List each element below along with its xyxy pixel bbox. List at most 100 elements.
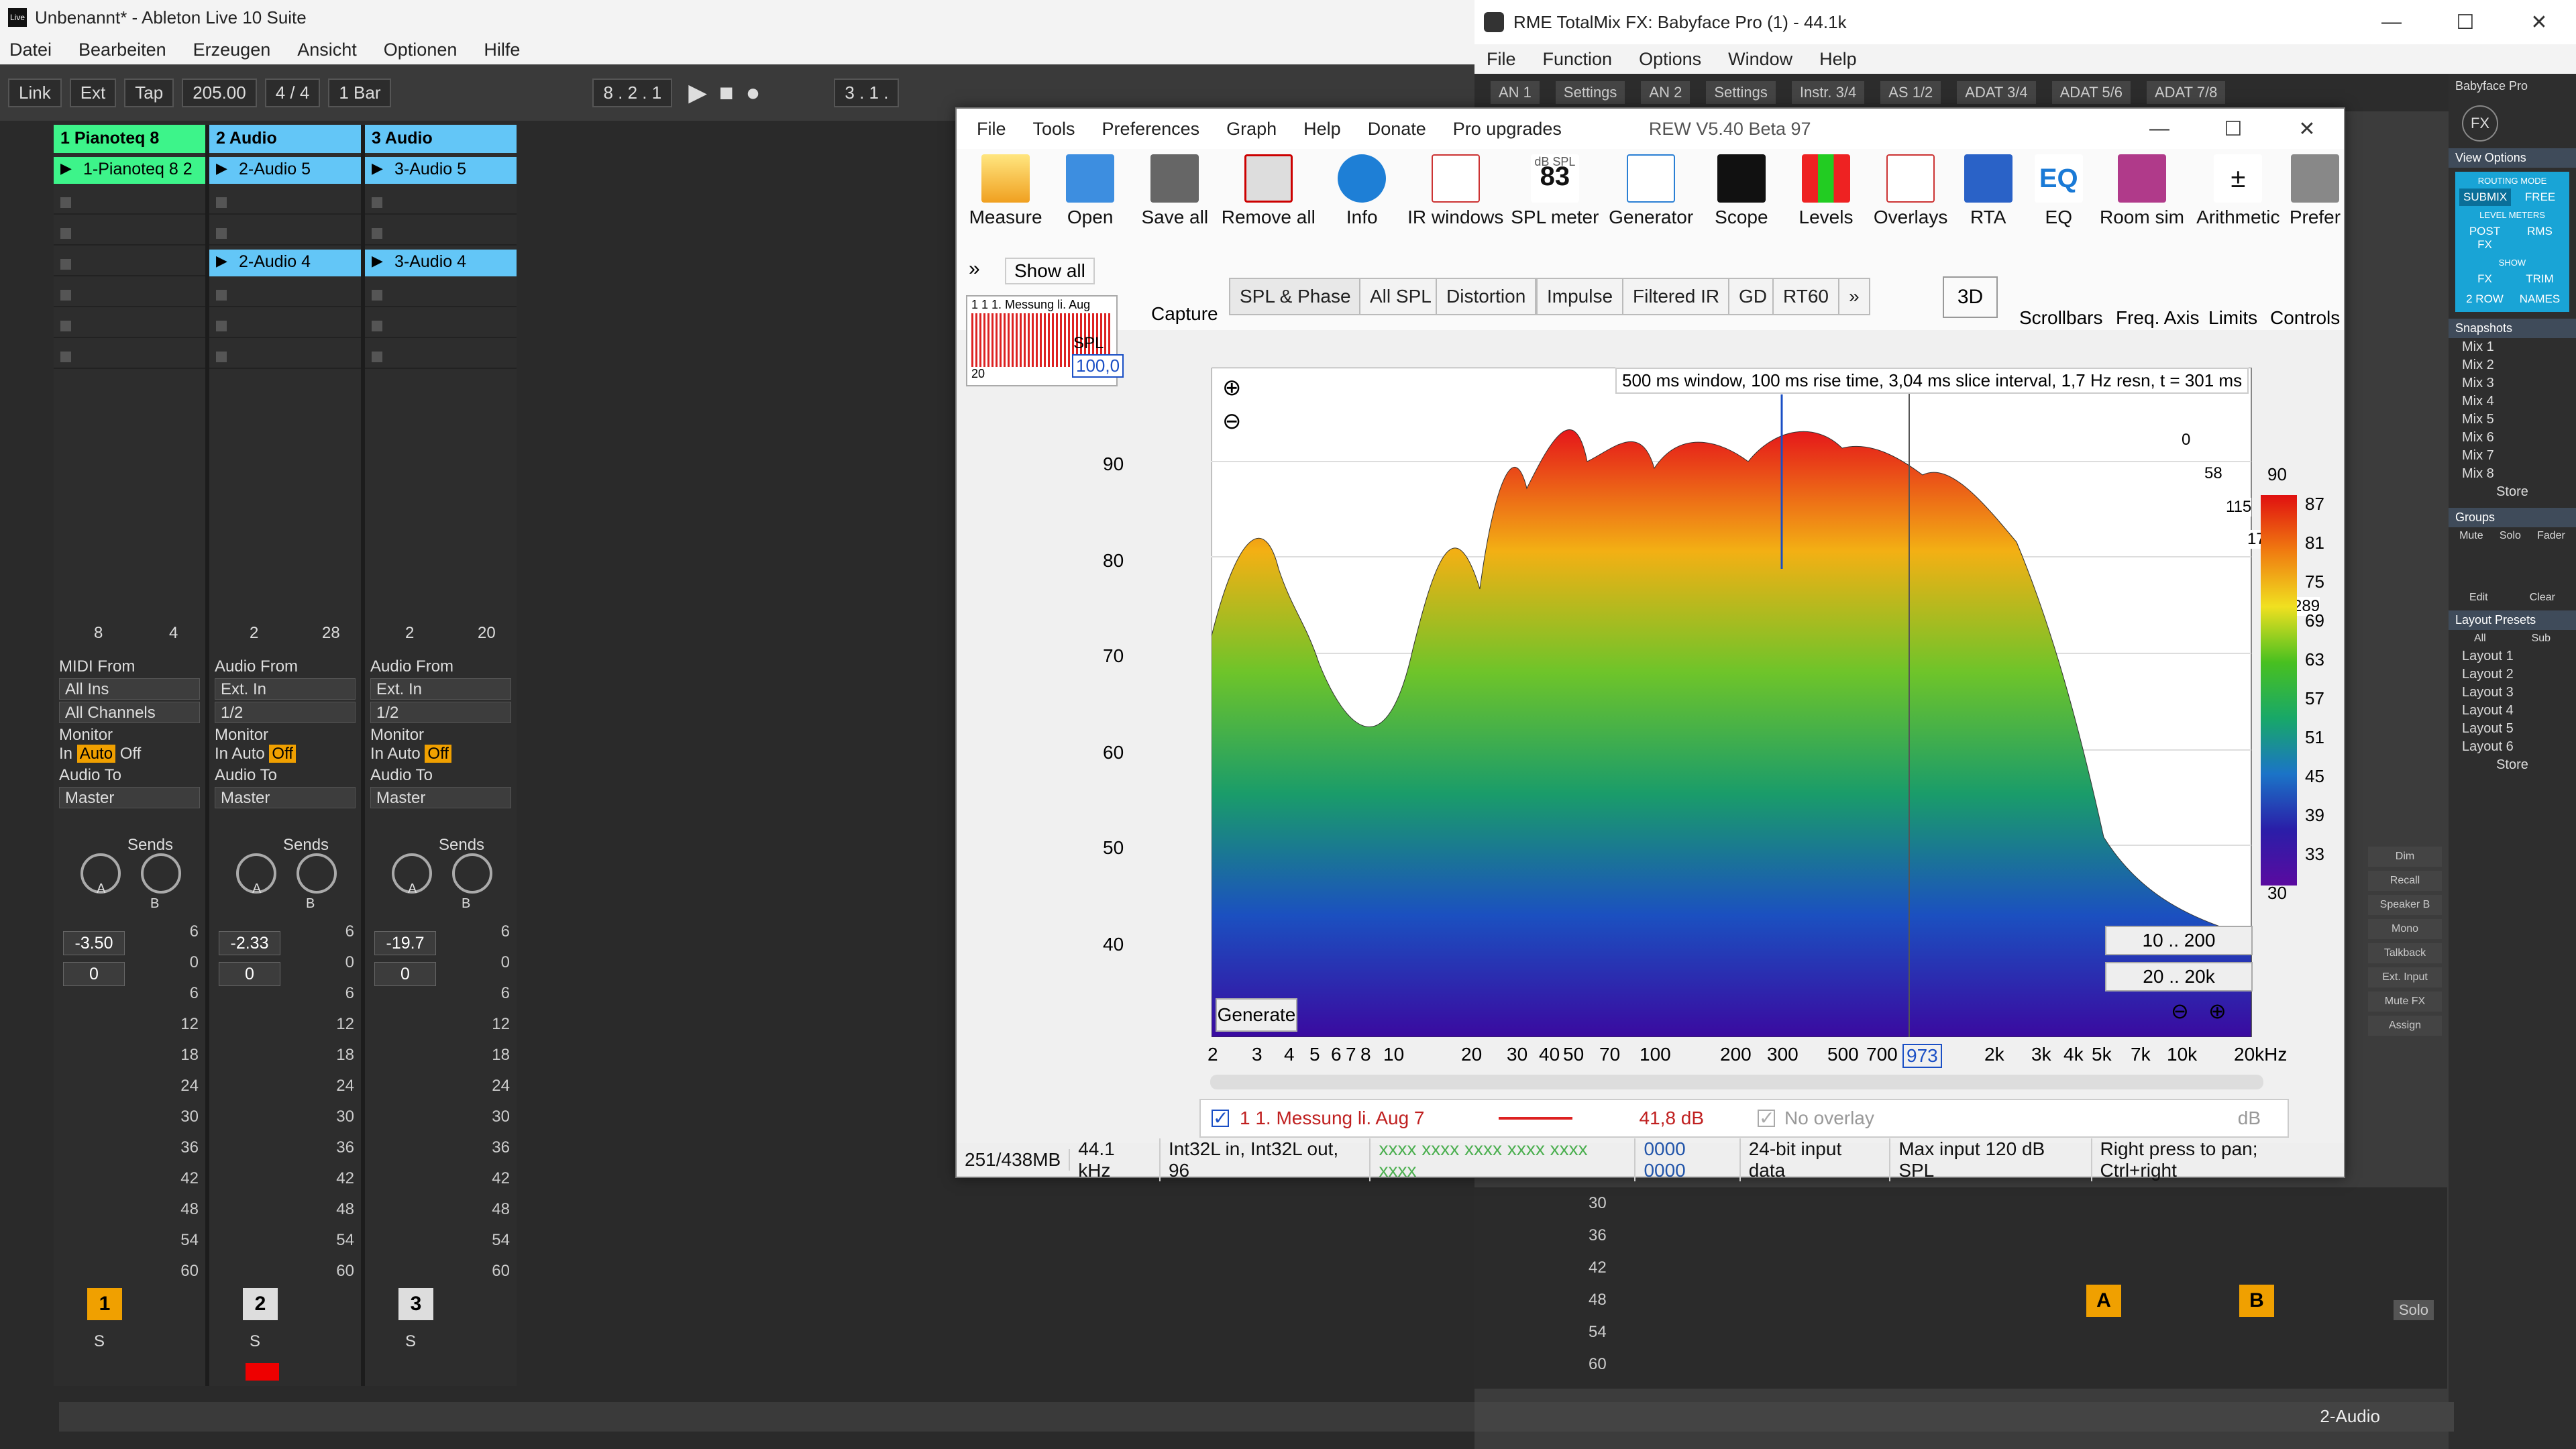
arithmetic-button[interactable]: ± Arithmetic (2190, 149, 2286, 243)
stop-icon[interactable]: ■ (719, 78, 734, 107)
layout-all-button[interactable]: All (2474, 633, 2486, 645)
view-3d-button[interactable]: 3D (1943, 276, 1998, 318)
clip-slot-empty[interactable] (209, 188, 361, 215)
generator-button[interactable]: Generator (1603, 149, 1699, 243)
track-activator[interactable]: 2 (243, 1288, 278, 1320)
mute-fx-button[interactable]: Mute FX (2368, 991, 2442, 1012)
tab-distortion[interactable]: Distortion (1436, 278, 1537, 315)
track-header[interactable]: 3 Audio (365, 125, 517, 153)
names-button[interactable]: NAMES (2514, 290, 2565, 308)
rew-menu-graph[interactable]: Graph (1226, 119, 1277, 140)
speaker-b-button[interactable]: Speaker B (2368, 895, 2442, 915)
clip-slot-empty[interactable] (54, 311, 205, 338)
maximize-icon[interactable]: ☐ (2196, 109, 2270, 149)
edit-button[interactable]: Edit (2469, 592, 2488, 604)
clip-slot-playing[interactable]: 2-Audio 5 (209, 157, 361, 184)
track-header[interactable]: 2 Audio (209, 125, 361, 153)
tempo-field[interactable]: 205.00 (182, 78, 257, 107)
loop-position[interactable]: 3 . 1 . (834, 78, 900, 107)
rew-menu-file[interactable]: File (977, 119, 1006, 140)
zoom-in-icon[interactable]: ⊕ (2208, 998, 2226, 1024)
tab-filtered-ir[interactable]: Filtered IR (1622, 278, 1731, 315)
rew-menu-donate[interactable]: Donate (1368, 119, 1426, 140)
dim-button[interactable]: Dim (2368, 847, 2442, 867)
record-icon[interactable]: ● (746, 78, 761, 107)
show-all-select[interactable]: Show all (1005, 258, 1095, 284)
overlays-button[interactable]: Overlays (1868, 149, 1953, 243)
layout-item[interactable]: Layout 6 (2449, 738, 2576, 756)
quantize-select[interactable]: 1 Bar (328, 78, 392, 107)
minimize-icon[interactable]: — (2355, 0, 2428, 44)
snapshot-item[interactable]: Mix 5 (2449, 411, 2576, 429)
volume-field[interactable]: -2.33 (219, 931, 280, 955)
talkback-button[interactable]: Talkback (2368, 943, 2442, 963)
clip-slot-empty[interactable] (54, 250, 205, 276)
tm-menu-help[interactable]: Help (1819, 49, 1857, 70)
channel-label[interactable]: AN 2 (1641, 81, 1690, 104)
clip-slot-empty[interactable] (365, 311, 517, 338)
io-from-select[interactable]: Ext. In (370, 678, 511, 700)
track-header[interactable]: 1 Pianoteq 8 (54, 125, 205, 153)
fx-button[interactable]: FX (2462, 105, 2498, 142)
close-icon[interactable]: ✕ (2270, 109, 2344, 149)
scrollbars-button[interactable]: Scrollbars (2019, 307, 2102, 329)
channel-label[interactable]: AS 1/2 (1880, 81, 1941, 104)
remove-all-button[interactable]: Remove all (1217, 149, 1320, 243)
clip-slot-empty[interactable] (365, 219, 517, 246)
menu-datei[interactable]: Datei (9, 40, 52, 60)
monitor-in[interactable]: In (59, 745, 72, 763)
menu-bearbeiten[interactable]: Bearbeiten (78, 40, 166, 60)
audio-to-select[interactable]: Master (370, 787, 511, 808)
minimize-icon[interactable]: — (2123, 109, 2196, 149)
record-arm-icon[interactable] (246, 1363, 279, 1381)
clip-slot-playing[interactable]: 3-Audio 5 (365, 157, 517, 184)
save-all-button[interactable]: Save all (1132, 149, 1217, 243)
scope-button[interactable]: Scope (1699, 149, 1784, 243)
pan-field[interactable]: 0 (63, 962, 125, 986)
pan-field[interactable]: 0 (374, 962, 436, 986)
rms-button[interactable]: RMS (2514, 223, 2565, 254)
snapshot-item[interactable]: Mix 3 (2449, 374, 2576, 392)
monitor-in[interactable]: In (215, 745, 228, 763)
horizontal-scrollbar[interactable] (1210, 1075, 2263, 1089)
snapshots-header[interactable]: Snapshots (2449, 319, 2576, 338)
tap-button[interactable]: Tap (124, 78, 174, 107)
rew-menu-preferences[interactable]: Preferences (1102, 119, 1200, 140)
io-channel-select[interactable]: 1/2 (215, 702, 356, 723)
ext-input-button[interactable]: Ext. Input (2368, 967, 2442, 987)
pan-field[interactable]: 0 (219, 962, 280, 986)
output-b-button[interactable]: B (2239, 1285, 2274, 1317)
clip-slot-empty[interactable] (54, 280, 205, 307)
send-b-knob[interactable] (141, 853, 181, 894)
clip-slot[interactable]: 2-Audio 4 (209, 250, 361, 276)
menu-optionen[interactable]: Optionen (384, 40, 458, 60)
track-activator[interactable]: 1 (87, 1288, 122, 1320)
two-row-button[interactable]: 2 ROW (2459, 290, 2510, 308)
x-cursor-field[interactable]: 973 (1902, 1044, 1942, 1068)
layout-item[interactable]: Layout 4 (2449, 702, 2576, 720)
link-button[interactable]: Link (8, 78, 62, 107)
view-options-header[interactable]: View Options (2449, 148, 2576, 168)
tab-spl-phase[interactable]: SPL & Phase (1229, 278, 1362, 315)
snapshot-item[interactable]: Mix 4 (2449, 392, 2576, 411)
store-button[interactable]: Store (2449, 756, 2576, 774)
layout-sub-button[interactable]: Sub (2532, 633, 2551, 645)
device-select[interactable]: Babyface Pro (2449, 74, 2576, 99)
range-20-20k-button[interactable]: 20 .. 20k (2105, 962, 2253, 991)
tab-all-spl[interactable]: All SPL (1359, 278, 1442, 315)
layout-item[interactable]: Layout 2 (2449, 665, 2576, 684)
channel-label[interactable]: ADAT 3/4 (1957, 81, 2036, 104)
clip-slot-empty[interactable] (209, 342, 361, 369)
volume-field[interactable]: -3.50 (63, 931, 125, 955)
send-b-knob[interactable] (297, 853, 337, 894)
zoom-out-y-icon[interactable]: ⊖ (1222, 408, 1242, 435)
eq-button[interactable]: EQ EQ (2023, 149, 2094, 243)
track-activator[interactable]: 3 (398, 1288, 433, 1320)
send-b-knob[interactable] (452, 853, 492, 894)
tm-menu-options[interactable]: Options (1639, 49, 1701, 70)
snapshot-item[interactable]: Mix 7 (2449, 447, 2576, 465)
solo-button[interactable]: S (405, 1332, 416, 1351)
channel-label[interactable]: ADAT 7/8 (2146, 81, 2226, 104)
layout-item[interactable]: Layout 5 (2449, 720, 2576, 738)
clip-slot-playing[interactable]: 1-Pianoteq 8 2 (54, 157, 205, 184)
